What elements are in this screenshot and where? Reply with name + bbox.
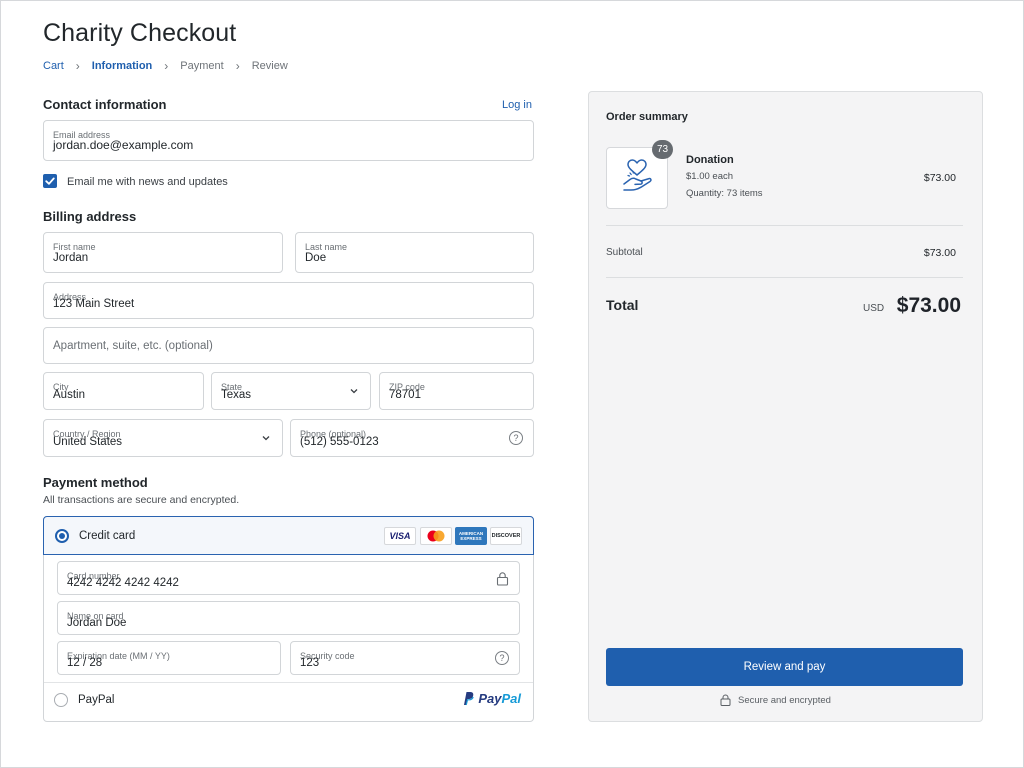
discover-icon: DISCOVER [490,527,522,545]
breadcrumb-chevron-icon: › [164,59,169,73]
city-field[interactable]: City Austin [43,372,204,410]
expiration-value: 12 / 28 [67,657,103,669]
last-name-field[interactable]: Last name Doe [295,232,534,273]
help-icon[interactable]: ? [495,651,509,665]
order-summary-title: Order summary [606,111,688,123]
visa-icon: VISA [384,527,416,545]
apartment-field[interactable]: Apartment, suite, etc. (optional) [43,327,534,364]
amex-text-bottom: EXPRESS [460,536,482,541]
phone-value: (512) 555-0123 [300,436,379,448]
name-on-card-field[interactable]: Name on card Jordan Doe [57,601,520,635]
country-value: United States [53,436,123,448]
item-unit-price: $1.00 each [686,171,734,182]
checkmark-icon [45,177,55,185]
first-name-value: Jordan [53,252,89,264]
paypal-logo-pay: Pay [478,691,502,706]
breadcrumb-cart[interactable]: Cart [43,60,64,72]
payment-section-title: Payment method [43,475,148,490]
address-value: 123 Main Street [53,298,135,310]
card-number-value: 4242 4242 4242 4242 [67,577,179,589]
secure-note-label: Secure and encrypted [738,694,831,706]
summary-divider [606,225,963,226]
breadcrumb-review[interactable]: Review [252,60,288,72]
breadcrumb-information[interactable]: Information [92,60,153,72]
breadcrumb: Cart › Information › Payment › Review [43,59,288,73]
mastercard-icon [420,527,452,545]
credit-card-label: Credit card [79,530,136,542]
page-title: Charity Checkout [43,19,237,47]
state-select[interactable]: State Texas [211,372,371,410]
first-name-label: First name [53,242,96,252]
item-name: Donation [686,154,734,166]
chevron-down-icon [350,389,358,394]
security-code-field[interactable]: Security code 123 ? [290,641,520,675]
billing-section-title: Billing address [43,209,137,224]
last-name-label: Last name [305,242,348,252]
first-name-field[interactable]: First name Jordan [43,232,283,273]
email-field[interactable]: Email address jordan.doe@example.com [43,120,534,161]
item-price: $73.00 [923,172,956,184]
help-icon[interactable]: ? [509,431,523,445]
total-label: Total [606,297,639,313]
security-code-value: 123 [300,657,320,669]
state-value: Texas [221,389,252,401]
paypal-logo: Pay Pal [462,691,521,706]
amex-icon: AMERICAN EXPRESS [455,527,487,545]
payment-subtitle: All transactions are secure and encrypte… [43,494,240,506]
contact-section-title: Contact information [43,97,167,112]
credit-card-radio[interactable] [55,529,69,543]
country-select[interactable]: Country / Region United States [43,419,283,457]
apartment-placeholder: Apartment, suite, etc. (optional) [53,339,213,352]
expiration-field[interactable]: Expiration date (MM / YY) 12 / 28 [57,641,281,675]
last-name-value: Doe [305,252,327,264]
checkout-window: Charity Checkout Cart › Information › Pa… [0,0,1024,768]
name-on-card-value: Jordan Doe [67,617,127,629]
quantity-badge: 73 [652,140,673,159]
card-number-field[interactable]: Card number 4242 4242 4242 4242 [57,561,520,595]
paypal-radio[interactable] [54,693,68,707]
phone-field[interactable]: Phone (optional) (512) 555-0123 ? [290,419,534,457]
paypal-logo-pal: Pal [501,691,521,706]
login-link[interactable]: Log in [502,99,532,111]
summary-divider [606,277,963,278]
paypal-label: PayPal [78,694,115,706]
currency-label: USD [863,303,885,314]
newsletter-label: Email me with news and updates [67,176,228,188]
total-value: $73.00 [896,294,961,317]
breadcrumb-chevron-icon: › [75,59,80,73]
zip-value: 78701 [389,389,421,401]
secure-note: Secure and encrypted [720,694,831,706]
breadcrumb-chevron-icon: › [235,59,240,73]
address-field[interactable]: Address 123 Main Street [43,282,534,319]
chevron-down-icon [262,436,270,441]
subtotal-label: Subtotal [606,247,643,258]
newsletter-checkbox[interactable] [43,174,57,188]
email-value: jordan.doe@example.com [53,138,194,152]
city-value: Austin [53,389,85,401]
item-quantity: Quantity: 73 items [686,188,763,199]
subtotal-value: $73.00 [923,247,956,259]
lock-icon [496,572,509,586]
paypal-icon [464,692,475,706]
credit-card-option[interactable]: Credit card VISA AMERICAN EXPRESS DISCOV… [43,516,534,555]
paypal-option[interactable]: PayPal Pay Pal [43,683,534,721]
lock-icon [720,694,731,706]
breadcrumb-payment[interactable]: Payment [180,60,223,72]
review-and-pay-button[interactable]: Review and pay [606,648,963,686]
zip-field[interactable]: ZIP code 78701 [379,372,534,410]
